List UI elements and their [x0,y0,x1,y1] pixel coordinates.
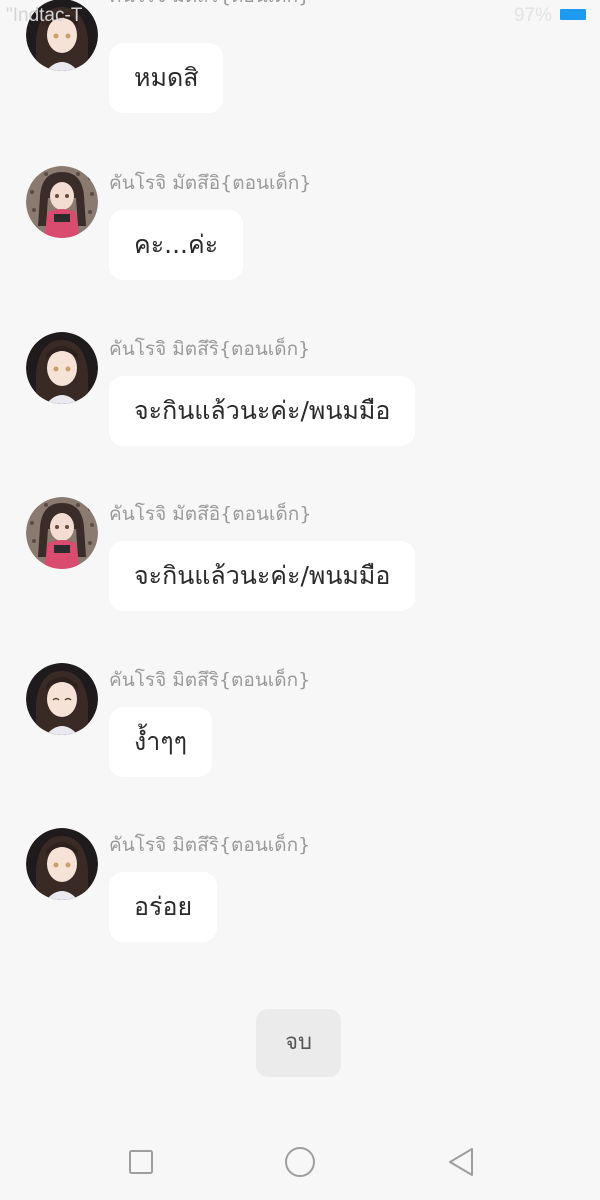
battery-icon [560,9,586,20]
avatar-mitsuri[interactable] [26,828,98,900]
message-bubble[interactable]: อร่อย [109,872,218,942]
status-bar: "Indtac-T 97% [0,0,600,30]
message-bubble[interactable]: คะ...ค่ะ [109,210,244,280]
back-triangle-icon[interactable] [443,1144,479,1180]
avatar-mitsuri[interactable] [26,663,98,735]
sender-name: คันโรจิ มิตสึริ{ตอนเด็ก} [109,669,311,691]
message-bubble[interactable]: จะกินแล้วนะค่ะ/พนมมือ [109,541,416,611]
sender-name: คันโรจิ มัตสึอิ{ตอนเด็ก} [109,503,312,525]
chat-message: คันโรจิ มิตสึริ{ตอนเด็ก} จะกินแล้วนะค่ะ/… [0,332,600,462]
sender-name: คันโรจิ มิตสึริ{ตอนเด็ก} [109,834,311,856]
sender-name: คันโรจิ มัตสึอิ{ตอนเด็ก} [109,172,312,194]
chat-message: คันโรจิ มิตสึริ{ตอนเด็ก} อร่อย [0,828,600,958]
message-bubble[interactable]: หมดสิ [109,43,224,113]
chat-message: คันโรจิ มิตสึริ{ตอนเด็ก} ง้ำๆๆ [0,663,600,793]
circle-icon[interactable] [282,1144,318,1180]
message-bubble[interactable]: จะกินแล้วนะค่ะ/พนมมือ [109,376,416,446]
battery-percent: 97% [513,5,552,26]
end-button[interactable]: จบ [256,1009,341,1077]
avatar-matsui[interactable] [26,166,98,238]
sender-name: คันโรจิ มิตสึริ{ตอนเด็ก} [109,338,311,360]
avatar-mitsuri[interactable] [26,332,98,404]
avatar-matsui[interactable] [26,497,98,569]
message-bubble[interactable]: ง้ำๆๆ [109,707,213,777]
chat-message: คันโรจิ มัตสึอิ{ตอนเด็ก} จะกินแล้วนะค่ะ/… [0,497,600,627]
navigation-bar [0,1120,600,1200]
carrier-name: "Indtac-T [6,5,83,26]
chat-message: คันโรจิ มัตสึอิ{ตอนเด็ก} คะ...ค่ะ [0,166,600,296]
square-icon[interactable] [123,1144,159,1180]
